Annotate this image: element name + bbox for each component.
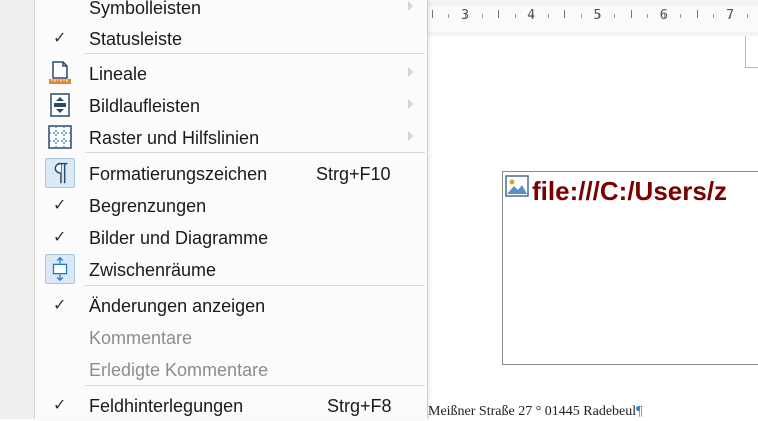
view-menu: Symbolleisten ✓ Statusleiste Lineale Bil… xyxy=(34,0,428,419)
menu-item-label: Zwischenräume xyxy=(89,260,217,280)
menu-item-kommentare: Kommentare xyxy=(35,321,427,353)
check-icon: ✓ xyxy=(53,297,67,314)
ruler-tick xyxy=(614,14,616,18)
submenu-arrow-icon xyxy=(408,67,413,77)
ruler-tick xyxy=(680,14,682,18)
ruler-tick xyxy=(564,10,566,18)
ruler-tick xyxy=(630,10,632,18)
ruler-number: 6 xyxy=(659,8,668,23)
broken-image-icon xyxy=(505,175,529,197)
menu-item-statusleiste[interactable]: ✓ Statusleiste xyxy=(35,22,427,54)
menu-item-label: Bilder und Diagramme xyxy=(89,228,269,248)
menu-separator xyxy=(85,385,425,386)
menu-item-label: Statusleiste xyxy=(89,29,183,49)
menu-separator xyxy=(85,152,425,153)
menu-separator xyxy=(85,285,425,286)
horizontal-ruler[interactable]: 3 4 5 6 7 xyxy=(426,0,758,37)
check-icon: ✓ xyxy=(53,30,67,47)
ruler-tick xyxy=(481,14,483,18)
grid-icon xyxy=(48,125,72,149)
menu-item-label: Symbolleisten xyxy=(89,0,202,18)
ruler-tick xyxy=(580,14,582,18)
menu-item-formatierungszeichen[interactable]: Formatierungszeichen Strg+F10 xyxy=(35,157,427,189)
menu-item-label: Lineale xyxy=(89,64,148,84)
menu-item-raster-und-hilfslinien[interactable]: Raster und Hilfslinien xyxy=(35,121,427,153)
ruler-tick xyxy=(746,14,748,18)
menu-item-shortcut: Strg+F10 xyxy=(316,164,391,184)
pilcrow-icon xyxy=(45,158,75,188)
menu-item-label: Feldhinterlegungen xyxy=(89,396,244,416)
image-link-text[interactable]: file:///C:/Users/z xyxy=(532,176,727,207)
menu-item-shortcut: Strg+F8 xyxy=(327,396,392,416)
footer-address-text: Meißner Straße 27 ° 01445 Radebeul xyxy=(428,404,637,419)
scrollbars-icon xyxy=(50,93,70,117)
menu-item-label: Kommentare xyxy=(89,328,193,348)
submenu-arrow-icon xyxy=(408,1,413,11)
ruler-tick xyxy=(514,14,516,18)
submenu-arrow-icon xyxy=(408,131,413,141)
menu-item-erledigte-kommentare: Erledigte Kommentare xyxy=(35,353,427,385)
whitespace-icon xyxy=(45,254,75,284)
menu-item-label: Erledigte Kommentare xyxy=(89,360,269,380)
ruler-tick xyxy=(448,14,450,18)
pilcrow-mark: ¶ xyxy=(636,404,643,419)
menu-item-label: Raster und Hilfslinien xyxy=(89,128,260,148)
menu-item-feldhinterlegungen[interactable]: ✓ Feldhinterlegungen Strg+F8 xyxy=(35,389,427,421)
ruler-tick xyxy=(431,10,433,18)
menu-item-begrenzungen[interactable]: ✓ Begrenzungen xyxy=(35,189,427,221)
menu-item-label: Änderungen anzeigen xyxy=(89,296,266,316)
ruler-strip xyxy=(426,6,758,32)
ruler-tick xyxy=(647,14,649,18)
check-icon: ✓ xyxy=(53,397,67,414)
menu-item-label: Bildlaufleisten xyxy=(89,96,201,116)
ruler-tick xyxy=(696,10,698,18)
ruler-number: 7 xyxy=(725,8,735,23)
menu-item-label: Formatierungszeichen xyxy=(89,164,268,184)
page-corner-mark xyxy=(745,67,758,68)
ruler-tick xyxy=(547,14,549,18)
menu-item-label: Begrenzungen xyxy=(89,196,207,216)
ruler-number: 4 xyxy=(527,8,536,23)
submenu-arrow-icon xyxy=(408,99,413,109)
ruler-icon xyxy=(49,61,71,84)
ruler-number: 3 xyxy=(460,8,470,23)
menu-item-symbolleisten[interactable]: Symbolleisten xyxy=(35,0,427,23)
page-corner-mark xyxy=(745,36,746,68)
ruler-tick xyxy=(498,10,500,18)
menu-item-bildlaufleisten[interactable]: Bildlaufleisten xyxy=(35,89,427,121)
ruler-tick xyxy=(713,14,715,18)
menu-separator xyxy=(85,53,425,54)
footer-address: Meißner Straße 27 ° 01445 Radebeul¶ xyxy=(428,404,643,420)
check-icon: ✓ xyxy=(53,197,67,214)
menu-item-zwischenraeume[interactable]: Zwischenräume xyxy=(35,253,427,285)
ruler-number: 5 xyxy=(593,8,602,23)
menu-item-bilder-und-diagramme[interactable]: ✓ Bilder und Diagramme xyxy=(35,221,427,253)
menu-item-lineale[interactable]: Lineale xyxy=(35,57,427,89)
menu-item-aenderungen-anzeigen[interactable]: ✓ Änderungen anzeigen xyxy=(35,289,427,321)
check-icon: ✓ xyxy=(53,229,67,246)
